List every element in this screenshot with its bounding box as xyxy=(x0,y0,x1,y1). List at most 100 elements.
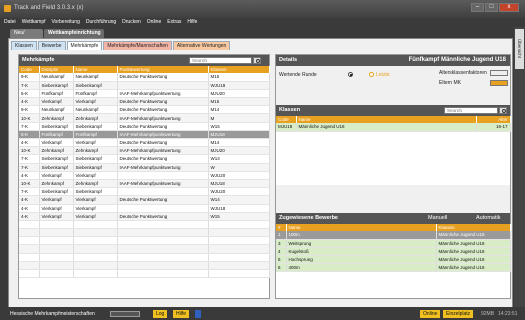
minimize-button[interactable]: – xyxy=(471,3,484,12)
overview-side-tab[interactable]: Übersicht Wettkampf xyxy=(508,29,524,69)
status-competition: Hessische Mehrkampfmeisterschaften xyxy=(10,311,95,317)
cell-klassen: WJU18 xyxy=(208,204,270,213)
table-row[interactable]: 7-K Siebenkampf Siebenkampf WJU20 xyxy=(19,187,270,197)
cell-klassen: Männliche Jugend U18 xyxy=(436,231,511,240)
info-icon[interactable] xyxy=(195,310,201,318)
manuell-button[interactable]: Manuell xyxy=(428,213,447,224)
col-name[interactable]: Name xyxy=(296,116,477,123)
close-button[interactable]: x xyxy=(499,3,519,12)
table-row[interactable]: 4-K Vierkampf Vierkampf Deutsche Punktwertu… xyxy=(19,97,270,107)
tab-alternative-wertungen[interactable]: Alternative Wertungen xyxy=(172,41,231,50)
cell-punktewertung xyxy=(117,81,209,90)
menu-durchfuehrung[interactable]: Durchführung xyxy=(86,18,116,27)
einzelplatz-badge[interactable]: Einzelplatz xyxy=(443,310,474,318)
menu-drucken[interactable]: Drucken xyxy=(122,18,141,27)
radio-letzte[interactable] xyxy=(369,72,374,77)
cell-name: Fünfkampf xyxy=(73,130,118,140)
table-row[interactable]: 5-K Fünfkampf Fünfkampf IAAF-Mehrkampfpunkt… xyxy=(19,130,270,140)
cell-klassen: M15 xyxy=(208,97,270,107)
table-row[interactable]: 4-K Vierkampf Vierkampf Deutsche Punktwertu… xyxy=(19,195,270,205)
tab-bewerbe[interactable]: Bewerbe xyxy=(37,41,66,50)
online-badge[interactable]: Online xyxy=(420,310,441,318)
tab-wettkampfeinrichtung[interactable]: Wettkampfeinrichtung xyxy=(44,29,104,38)
empty-cell xyxy=(19,244,40,254)
cell-klassen: Männliche Jugend U18 xyxy=(436,239,511,248)
table-row[interactable]: 9-K Neunkampf Neunkampf Deutsche Punktwertu… xyxy=(19,105,270,115)
cell-disziplin: Vierkampf xyxy=(39,195,74,205)
klassen-search-input[interactable]: Search xyxy=(444,107,498,114)
col-code[interactable]: Code xyxy=(19,66,40,73)
search-icon[interactable] xyxy=(253,57,261,64)
table-row[interactable]: 5 Hochsprung Männliche Jugend U18 xyxy=(276,255,511,265)
hilfe-button[interactable]: Hilfe xyxy=(173,310,190,318)
table-row[interactable]: 7-K Siebenkampf Siebenkampf IAAF-Mehrkampfp… xyxy=(19,163,270,172)
altersklassenfaktoren-checkbox[interactable] xyxy=(490,70,508,76)
cell-punktewertung xyxy=(117,171,209,180)
menu-hilfe[interactable]: Hilfe xyxy=(187,18,197,27)
table-row[interactable]: 5-K Fünfkampf Fünfkampf IAAF-Mehrkampfpunkt… xyxy=(19,89,270,99)
col-klassen[interactable]: Klassen xyxy=(436,224,511,231)
col-punktewertung[interactable]: Punktewertung xyxy=(117,66,209,73)
klassen-subpanel: Klassen Search Code Name Alter MJU18 Män… xyxy=(276,105,511,185)
col-code[interactable]: Code xyxy=(276,116,297,123)
table-row[interactable]: 4-K Vierkampf Vierkampf WJU20 xyxy=(19,171,270,180)
tab-klassen[interactable]: Klassen xyxy=(11,41,37,50)
maximize-button[interactable]: □ xyxy=(485,3,498,12)
cell-punktewertung: Deutsche Punktwertung xyxy=(117,73,209,82)
cell-disziplin: Siebenkampf xyxy=(39,187,74,197)
cell-klassen: W14 xyxy=(208,195,270,205)
menu-online[interactable]: Online xyxy=(147,18,161,27)
cell-name: Kugelstoß xyxy=(286,247,437,257)
search-icon[interactable] xyxy=(499,107,507,114)
cell-number: 3 xyxy=(276,239,287,248)
menu-extras[interactable]: Extras xyxy=(167,18,181,27)
table-row[interactable]: MJU18 Männliche Jugend U18 16-17 xyxy=(276,123,511,132)
tab-mehrkaempfe-mannschaften[interactable]: Mehrkämpfe/Mannschaften xyxy=(103,41,172,50)
radio-first[interactable] xyxy=(348,72,353,77)
table-row[interactable]: 3 Weitsprung Männliche Jugend U18 xyxy=(276,239,511,248)
eltern-mk-toggle[interactable] xyxy=(490,80,508,86)
table-row[interactable]: 7-K Siebenkampf Siebenkampf Deutsche Punktw… xyxy=(19,154,270,164)
col-disziplin[interactable]: Disziplin xyxy=(39,66,74,73)
main-content: Klassen Bewerbe Mehrkämpfe Mehrkämpfe/Ma… xyxy=(8,38,513,308)
tab-mehrkaempfe[interactable]: Mehrkämpfe xyxy=(66,41,103,50)
table-row[interactable]: 7-K Siebenkampf Siebenkampf WJU18 xyxy=(19,81,270,90)
col-number[interactable]: # xyxy=(276,224,287,231)
cell-disziplin: Siebenkampf xyxy=(39,154,74,164)
sub-tabs: Klassen Bewerbe Mehrkämpfe Mehrkämpfe/Ma… xyxy=(9,39,512,50)
menu-vorbereitung[interactable]: Vorbereitung xyxy=(52,18,80,27)
table-row[interactable]: 10-K Zehnkampf Zehnkampf IAAF-Mehrkampfpunk… xyxy=(19,179,270,189)
table-row[interactable]: 9-K Neunkampf Neunkampf Deutsche Punktwertu… xyxy=(19,73,270,82)
empty-cell xyxy=(117,269,209,279)
empty-cell xyxy=(73,220,118,230)
col-alter[interactable]: Alter xyxy=(476,116,511,123)
cell-klassen: Männliche Jugend U18 xyxy=(436,255,511,265)
table-row[interactable]: 10-K Zehnkampf Zehnkampf IAAF-Mehrkampfpunk… xyxy=(19,113,270,123)
col-name[interactable]: Name xyxy=(286,224,437,231)
menu-wettkampf[interactable]: Wettkampf xyxy=(22,18,46,27)
status-dropdown[interactable] xyxy=(110,311,140,317)
table-row[interactable]: 6 400m Männliche Jugend U18 xyxy=(276,263,511,273)
table-row[interactable]: 1 100m Männliche Jugend U18 xyxy=(276,231,511,240)
table-row[interactable]: 4 Kugelstoß Männliche Jugend U18 xyxy=(276,247,511,257)
cell-klassen: MJU18 xyxy=(208,179,270,189)
title-bar: Track and Field 3.0.3.x (x) – □ x xyxy=(0,0,525,18)
mehrkaempfe-search-input[interactable]: Search xyxy=(189,57,252,64)
log-button[interactable]: Log xyxy=(153,310,168,318)
empty-row xyxy=(19,269,270,279)
automatik-button[interactable]: Automatik xyxy=(476,213,500,224)
table-row[interactable]: 4-K Vierkampf Vierkampf Deutsche Punktwertu… xyxy=(19,138,270,148)
table-row[interactable]: 10-K Zehnkampf Zehnkampf IAAF-Mehrkampfpunk… xyxy=(19,146,270,156)
cell-code: 7-K xyxy=(19,122,40,131)
menu-datei[interactable]: Datei xyxy=(4,18,16,27)
empty-cell xyxy=(73,253,118,262)
col-klassen[interactable]: Klassen xyxy=(208,66,270,73)
cell-code: 4-K xyxy=(19,97,40,107)
table-row[interactable]: 4-K Vierkampf Vierkampf Deutsche Punktwertu… xyxy=(19,212,270,221)
cell-code: 5-K xyxy=(19,89,40,99)
table-row[interactable]: 7-K Siebenkampf Siebenkampf Deutsche Punktw… xyxy=(19,122,270,131)
tab-neu-oeffnen[interactable]: Neu/Öffnen xyxy=(10,29,43,45)
table-row[interactable]: 4-K Vierkampf Vierkampf WJU18 xyxy=(19,204,270,213)
clock: 14:23:51 xyxy=(498,311,518,317)
col-name[interactable]: Name xyxy=(73,66,118,73)
